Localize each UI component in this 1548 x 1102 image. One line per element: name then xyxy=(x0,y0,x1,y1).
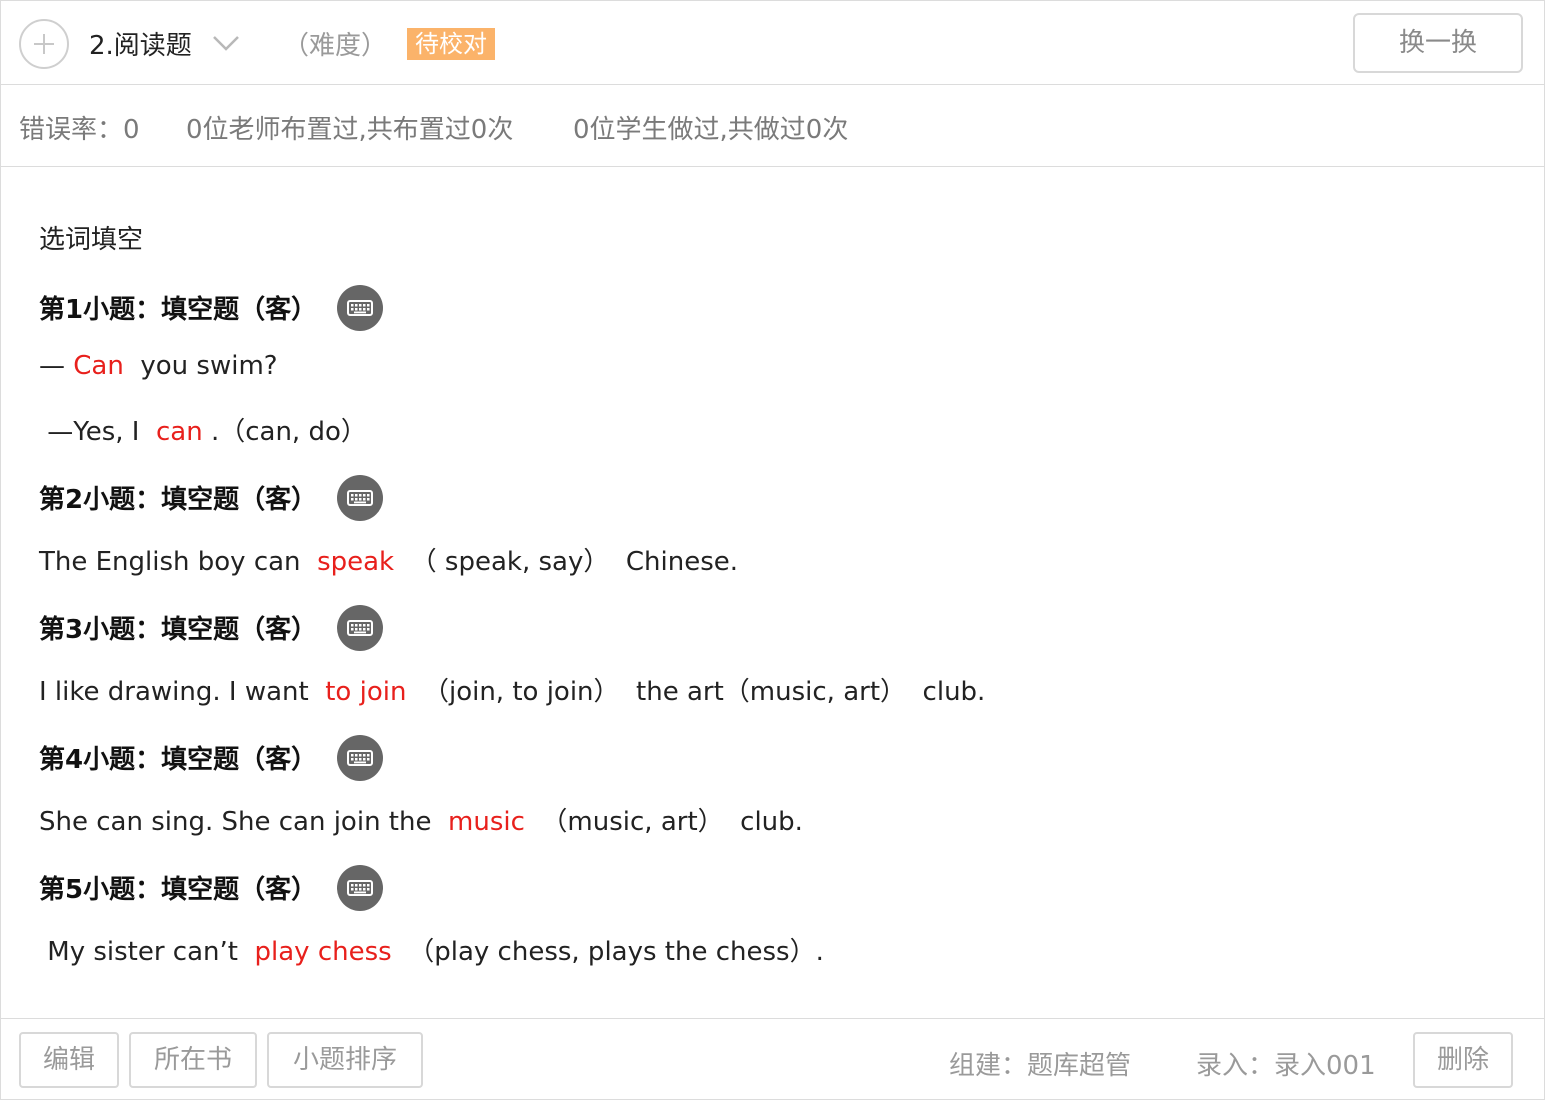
answer-text: can xyxy=(155,417,203,447)
instruction-text: 选词填空 xyxy=(39,225,144,255)
subquestion-heading-3: 第3小题：填空题（客） xyxy=(39,615,318,645)
stem-text: The English boy can xyxy=(39,547,318,577)
answer-text: speak xyxy=(317,547,395,577)
book-button[interactable]: 所在书 xyxy=(129,1032,257,1088)
stem-text: （join, to join） the art（music, art） club… xyxy=(406,677,986,707)
stem-text: .（can, do） xyxy=(202,417,367,447)
question-header: 2.阅读题 （难度） 待校对 换一换 xyxy=(1,1,1544,85)
stem-text: She can sing. She can join the xyxy=(39,807,449,837)
error-rate: 错误率：0 xyxy=(19,115,140,145)
question-footer: 编辑 所在书 小题排序 组建：题库超管 录入：录入001 删除 xyxy=(1,1018,1544,1101)
swap-button[interactable]: 换一换 xyxy=(1353,13,1523,73)
subquestion-heading-4: 第4小题：填空题（客） xyxy=(39,745,318,775)
status-badge: 待校对 xyxy=(407,28,495,60)
stem-text: （music, art） club. xyxy=(524,807,803,837)
answer-text: music xyxy=(448,807,525,837)
question-type-title: 2.阅读题 xyxy=(89,31,192,61)
chevron-down-icon[interactable] xyxy=(211,33,241,53)
sort-subquestions-button[interactable]: 小题排序 xyxy=(267,1032,423,1088)
entry-info: 录入：录入001 xyxy=(1196,1051,1376,1081)
subquestion-3-line-1: I like drawing. I want to join （join, to… xyxy=(39,671,985,708)
keyboard-icon[interactable] xyxy=(337,865,383,911)
stem-text: I like drawing. I want xyxy=(39,677,326,707)
delete-button[interactable]: 删除 xyxy=(1413,1032,1513,1088)
stem-text: My sister can’t xyxy=(39,937,255,967)
keyboard-icon[interactable] xyxy=(337,285,383,331)
subquestion-1-line-1: — Can you swim? xyxy=(39,351,278,381)
stem-text: —Yes, I xyxy=(39,417,156,447)
add-button[interactable] xyxy=(19,19,69,69)
subquestion-1-line-2: —Yes, I can .（can, do） xyxy=(39,411,367,448)
edit-button[interactable]: 编辑 xyxy=(19,1032,119,1088)
student-done-count: 0位学生做过,共做过0次 xyxy=(573,115,849,145)
subquestion-heading-5: 第5小题：填空题（客） xyxy=(39,875,318,905)
keyboard-icon[interactable] xyxy=(337,735,383,781)
question-card: 2.阅读题 （难度） 待校对 换一换 错误率：0 0位老师布置过,共布置过0次 … xyxy=(0,0,1545,1100)
subquestion-heading-1: 第1小题：填空题（客） xyxy=(39,295,318,325)
subquestion-heading-2: 第2小题：填空题（客） xyxy=(39,485,318,515)
difficulty-label: （难度） xyxy=(283,31,388,61)
stem-text: you swim? xyxy=(123,351,278,381)
keyboard-icon[interactable] xyxy=(337,605,383,651)
answer-text: Can xyxy=(73,351,124,381)
subquestion-2-line-1: The English boy can speak （ speak, say） … xyxy=(39,541,738,578)
subquestion-5-line-1: My sister can’t play chess （play chess, … xyxy=(39,931,824,968)
answer-text: to join xyxy=(325,677,407,707)
answer-text: play chess xyxy=(254,937,392,967)
stem-text: （ speak, say） Chinese. xyxy=(394,547,739,577)
stats-bar: 错误率：0 0位老师布置过,共布置过0次 0位学生做过,共做过0次 xyxy=(1,85,1544,167)
subquestion-4-line-1: She can sing. She can join the music （mu… xyxy=(39,801,803,838)
plus-icon xyxy=(34,34,54,54)
stem-text: — xyxy=(39,351,74,381)
teacher-assign-count: 0位老师布置过,共布置过0次 xyxy=(186,115,514,145)
stem-text: （play chess, plays the chess）. xyxy=(391,937,824,967)
builder-info: 组建：题库超管 xyxy=(949,1051,1132,1081)
keyboard-icon[interactable] xyxy=(337,475,383,521)
